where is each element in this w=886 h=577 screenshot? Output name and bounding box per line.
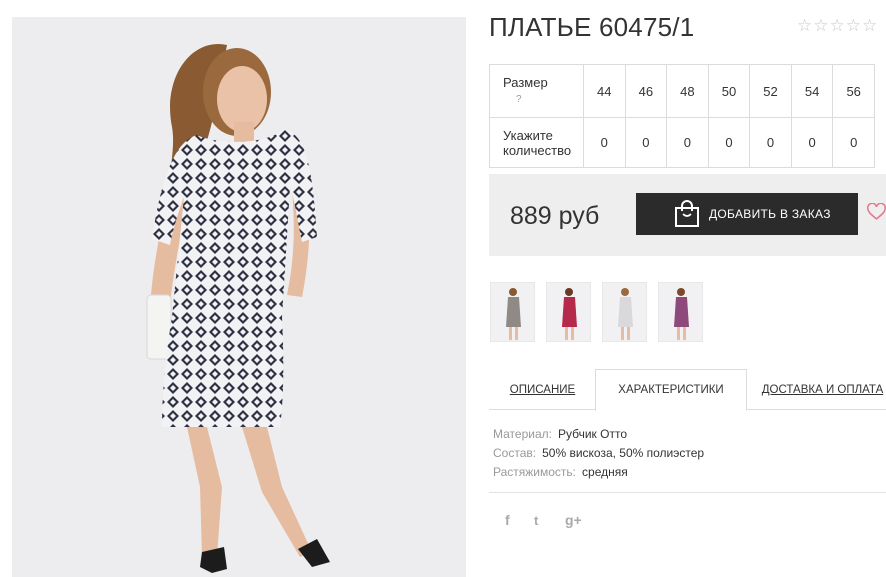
size-label: Размер: [503, 75, 548, 91]
size-cell: 56: [832, 63, 875, 119]
product-specs: Материал: Рубчик Отто Состав: 50% вискоза,…: [493, 425, 704, 482]
spec-key: Растяжимость:: [493, 465, 577, 479]
spec-row: Состав: 50% вискоза, 50% полиэстер: [493, 444, 704, 463]
quantity-row: Укажите количество 0 0 0 0 0 0 0: [489, 117, 875, 168]
tab-characteristics[interactable]: ХАРАКТЕРИСТИКИ: [595, 369, 747, 411]
add-to-order-button[interactable]: ДОБАВИТЬ В ЗАКАЗ: [636, 193, 858, 235]
product-title: ПЛАТЬЕ 60475/1: [489, 12, 695, 42]
product-main-image[interactable]: [12, 17, 466, 577]
quantity-input[interactable]: 0: [583, 117, 626, 168]
add-to-order-label: ДОБАВИТЬ В ЗАКАЗ: [709, 207, 831, 221]
star-icon[interactable]: ☆: [830, 17, 845, 35]
divider: [489, 492, 886, 493]
size-label-cell: Размер ?: [489, 63, 584, 119]
twitter-icon[interactable]: t: [534, 513, 565, 528]
tab-description-label: ОПИСАНИЕ: [509, 383, 576, 396]
quantity-input[interactable]: 0: [666, 117, 709, 168]
product-tabs: ОПИСАНИЕ ХАРАКТЕРИСТИКИ ДОСТАВКА И ОПЛАТ…: [489, 369, 886, 411]
star-icon[interactable]: ☆: [846, 17, 861, 35]
thumbnail-2[interactable]: [546, 282, 591, 342]
shopping-bag-icon: [675, 200, 699, 227]
thumbnail-dress: [618, 297, 633, 327]
thumbnail-1[interactable]: [490, 282, 535, 342]
thumbnail-3[interactable]: [602, 282, 647, 342]
tab-description[interactable]: ОПИСАНИЕ: [489, 369, 596, 410]
quantity-label-line2: количество: [503, 142, 572, 158]
tab-delivery-payment[interactable]: ДОСТАВКА И ОПЛАТА: [759, 369, 886, 410]
quantity-input[interactable]: 0: [790, 117, 834, 168]
rating-stars[interactable]: ☆ ☆ ☆ ☆ ☆: [797, 17, 877, 35]
quantity-input[interactable]: 0: [707, 117, 751, 168]
size-row: Размер ? 44 46 48 50 52 54 56: [489, 63, 875, 119]
price: 889 руб: [510, 202, 600, 230]
thumbnail-dress: [562, 297, 577, 327]
quantity-input[interactable]: 0: [832, 117, 875, 168]
size-cell: 48: [666, 63, 709, 119]
spec-key: Состав:: [493, 446, 537, 460]
quantity-input[interactable]: 0: [749, 117, 792, 168]
size-cell: 52: [749, 63, 792, 119]
tab-characteristics-label: ХАРАКТЕРИСТИКИ: [618, 384, 724, 396]
spec-row: Растяжимость: средняя: [493, 463, 704, 482]
size-cell: 54: [790, 63, 834, 119]
size-help-icon[interactable]: ?: [516, 92, 583, 107]
spec-row: Материал: Рубчик Отто: [493, 425, 704, 444]
quantity-label-line1: Укажите: [503, 127, 553, 143]
quantity-input[interactable]: 0: [624, 117, 668, 168]
thumbnail-4[interactable]: [658, 282, 703, 342]
quantity-label-cell: Укажите количество: [489, 117, 584, 168]
star-icon[interactable]: ☆: [813, 17, 828, 35]
spec-value: Рубчик Отто: [557, 427, 627, 441]
star-icon[interactable]: ☆: [862, 17, 877, 35]
thumbnail-dress: [674, 297, 689, 327]
spec-key: Материал:: [493, 427, 552, 441]
color-thumbnails: [490, 282, 703, 342]
google-plus-icon[interactable]: g+: [565, 512, 582, 528]
spec-value: средняя: [582, 465, 628, 479]
spec-value: 50% вискоза, 50% полиэстер: [542, 446, 705, 460]
tab-delivery-payment-label: ДОСТАВКА И ОПЛАТА: [761, 383, 884, 396]
social-share: f t g+: [505, 512, 582, 528]
facebook-icon[interactable]: f: [505, 512, 534, 528]
thumbnail-dress: [506, 297, 521, 327]
size-quantity-table: Размер ? 44 46 48 50 52 54 56 Укажите ко…: [489, 63, 875, 168]
size-cell: 44: [583, 63, 626, 119]
buy-box: 889 руб ДОБАВИТЬ В ЗАКАЗ: [489, 174, 886, 256]
size-cell: 50: [707, 63, 751, 119]
size-cell: 46: [624, 63, 668, 119]
star-icon[interactable]: ☆: [797, 17, 812, 35]
heart-icon[interactable]: [867, 203, 886, 221]
